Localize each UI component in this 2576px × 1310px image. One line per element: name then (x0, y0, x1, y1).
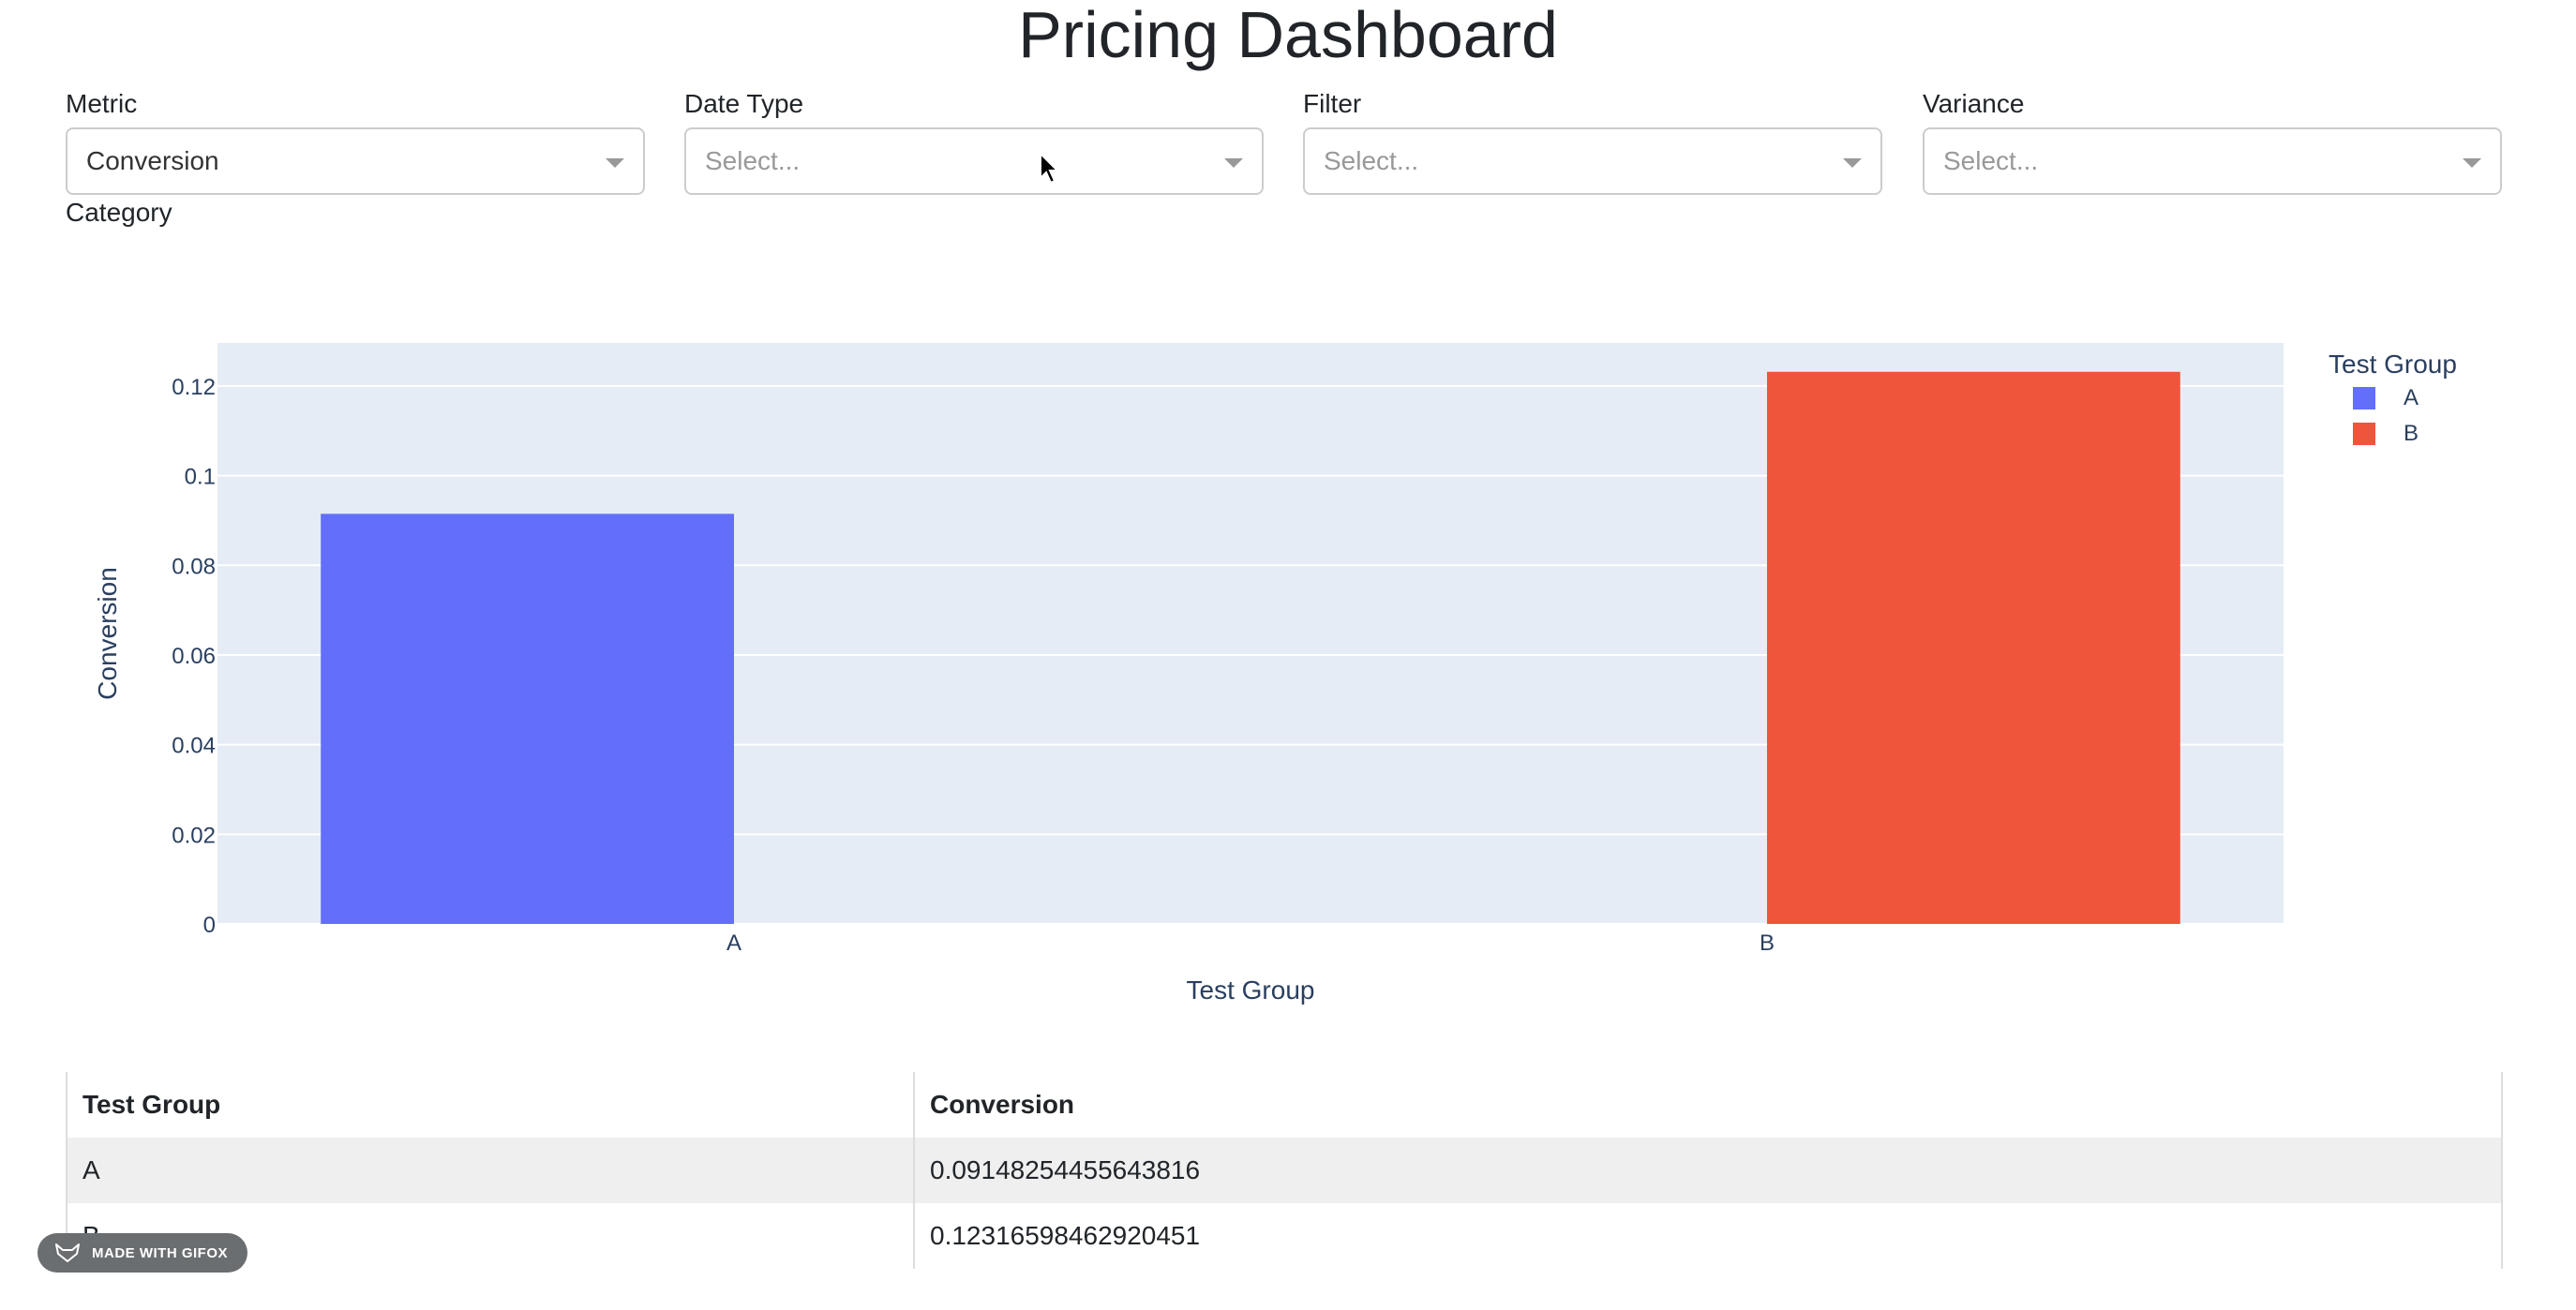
table-header-row: Test Group Conversion (66, 1072, 2503, 1138)
chevron-down-icon (1843, 158, 1862, 168)
legend-item-a[interactable]: A (2353, 380, 2457, 416)
table-row: A 0.09148254455643816 (66, 1138, 2503, 1203)
legend-label-a: A (2404, 385, 2419, 410)
chevron-down-icon (606, 158, 624, 168)
variance-dropdown-placeholder: Select... (1943, 146, 2039, 175)
bar-a (321, 514, 734, 924)
chevron-down-icon (1224, 158, 1243, 168)
legend-swatch-b (2353, 423, 2375, 445)
metric-control: Metric Conversion (66, 88, 645, 195)
table-cell-conversion[interactable]: 0.09148254455643816 (913, 1138, 2503, 1203)
bar-chart-svg: 0 0.02 0.04 0.06 0.08 0.1 0.12 A B Test Group Conv… (93, 343, 2284, 1005)
date-type-label: Date Type (684, 89, 804, 118)
metric-dropdown-value: Conversion (86, 146, 219, 175)
legend-swatch-a (2353, 387, 2375, 409)
bar-chart: 0 0.02 0.04 0.06 0.08 0.1 0.12 A B Test Group Conv… (0, 281, 2576, 1031)
table-row: B 0.12316598462920451 (66, 1203, 2503, 1269)
column-header-test-group[interactable]: Test Group (66, 1072, 914, 1138)
table-cell-conversion[interactable]: 0.12316598462920451 (913, 1203, 2503, 1269)
page-title: Pricing Dashboard (1018, 0, 1558, 71)
y-tick-label: 0.1 (185, 465, 216, 490)
x-tick-label: B (1760, 930, 1775, 956)
date-type-dropdown-placeholder: Select... (705, 146, 801, 175)
y-tick-label: 0.02 (172, 823, 216, 848)
metric-dropdown[interactable]: Conversion (66, 127, 645, 195)
x-tick-label: A (726, 930, 741, 956)
date-type-control: Date Type Select... (684, 88, 1264, 195)
y-tick-label: 0 (203, 913, 216, 938)
table-cell-test-group[interactable]: A (66, 1138, 914, 1203)
y-tick-label: 0.06 (172, 644, 216, 669)
y-tick-label: 0.04 (172, 734, 216, 759)
y-tick-label: 0.08 (172, 554, 216, 579)
fox-icon (55, 1243, 80, 1262)
variance-control: Variance Select... (1923, 88, 2502, 195)
legend-label-b: B (2404, 421, 2419, 446)
legend-title: Test Group (2329, 350, 2457, 379)
filter-dropdown-placeholder: Select... (1324, 146, 1419, 175)
chevron-down-icon (2463, 158, 2481, 168)
gifox-badge: MADE WITH GIFOX (37, 1233, 247, 1273)
chart-legend: Test Group A B (2329, 349, 2457, 452)
results-table: Test Group Conversion A 0.09148254455643… (66, 1072, 2503, 1269)
badge-text: MADE WITH GIFOX (92, 1244, 228, 1261)
column-header-conversion[interactable]: Conversion (913, 1072, 2503, 1138)
date-type-dropdown[interactable]: Select... (684, 127, 1264, 195)
bar-b (1767, 371, 2180, 924)
filter-control: Filter Select... (1303, 88, 1882, 195)
variance-label: Variance (1923, 89, 2025, 118)
legend-item-b[interactable]: B (2353, 416, 2457, 452)
metric-label: Metric (66, 89, 138, 118)
filter-label: Filter (1303, 89, 1362, 118)
x-axis-title: Test Group (1187, 975, 1315, 1005)
filter-controls: Metric Conversion Date Type Select... Fi… (66, 88, 2503, 195)
variance-dropdown[interactable]: Select... (1923, 127, 2502, 195)
category-label: Category (66, 198, 172, 227)
y-tick-label: 0.12 (172, 375, 216, 400)
y-axis-title: Conversion (93, 567, 122, 700)
filter-dropdown[interactable]: Select... (1303, 127, 1882, 195)
mouse-cursor-icon (1040, 152, 1060, 185)
